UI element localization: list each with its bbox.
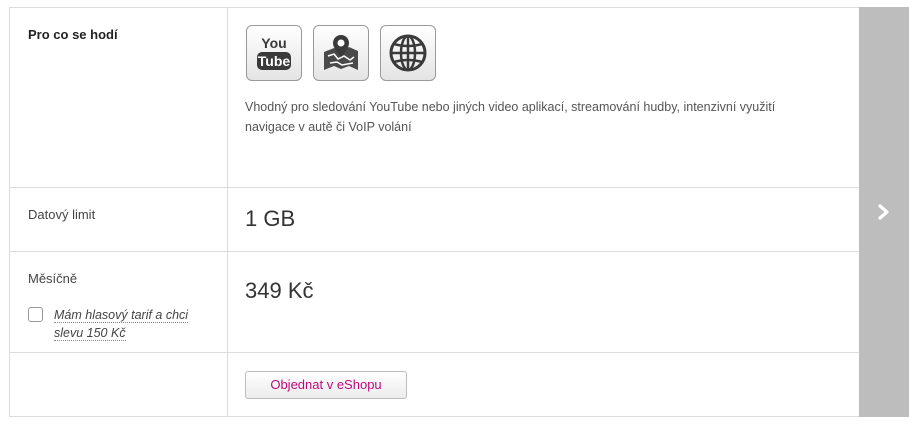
usage-description: Vhodný pro sledování YouTube nebo jiných… bbox=[245, 100, 776, 134]
discount-checkbox[interactable] bbox=[28, 307, 43, 322]
usage-icons: You Tube bbox=[246, 25, 436, 81]
youtube-icon: You Tube bbox=[246, 25, 302, 81]
data-limit-row: Datový limit 1 GB bbox=[10, 188, 859, 252]
order-eshop-button[interactable]: Objednat v eShopu bbox=[245, 371, 407, 399]
discount-checkbox-label[interactable]: Mám hlasový tarif a chci slevu 150 Kč bbox=[54, 306, 219, 342]
usage-value-cell: You Tube Vhodný pro sledování YouTube ne… bbox=[228, 8, 859, 187]
usage-row: Pro co se hodí You Tube Vhodný pro sledo… bbox=[10, 8, 859, 188]
order-value-cell: Objednat v eShopu bbox=[228, 353, 859, 416]
tariff-table: Pro co se hodí You Tube Vhodný pro sledo… bbox=[9, 7, 859, 417]
chevron-right-icon bbox=[878, 204, 889, 220]
data-limit-value-cell: 1 GB bbox=[228, 188, 859, 251]
usage-label: Pro co se hodí bbox=[28, 27, 118, 42]
youtube-icon-text-bottom: Tube bbox=[258, 53, 291, 69]
data-limit-label-cell: Datový limit bbox=[10, 188, 228, 251]
data-limit-label: Datový limit bbox=[28, 207, 96, 222]
youtube-icon-text-top: You bbox=[261, 35, 286, 51]
next-tariff-button[interactable] bbox=[859, 7, 909, 417]
order-row: Objednat v eShopu bbox=[10, 353, 859, 416]
data-limit-value: 1 GB bbox=[245, 206, 296, 231]
monthly-price: 349 Kč bbox=[245, 278, 314, 303]
discount-checkbox-label-text: Mám hlasový tarif a chci slevu 150 Kč bbox=[54, 308, 189, 341]
monthly-label: Měsíčně bbox=[28, 271, 78, 286]
globe-icon bbox=[380, 25, 436, 81]
map-navigation-icon bbox=[313, 25, 369, 81]
monthly-value-cell: 349 Kč bbox=[228, 252, 859, 352]
monthly-label-cell: Měsíčně Mám hlasový tarif a chci slevu 1… bbox=[10, 252, 228, 352]
order-label-cell bbox=[10, 353, 228, 416]
monthly-row: Měsíčně Mám hlasový tarif a chci slevu 1… bbox=[10, 252, 859, 353]
usage-label-cell: Pro co se hodí bbox=[10, 8, 228, 187]
